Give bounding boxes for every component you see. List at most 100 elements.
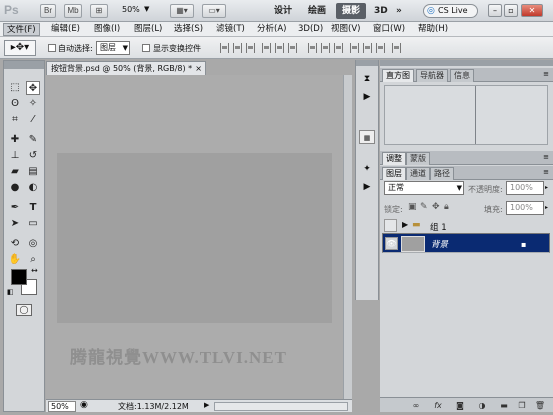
- gradient-tool-icon[interactable]: ▤: [26, 165, 40, 179]
- auto-select-dropdown[interactable]: 图层 ▼: [96, 41, 130, 55]
- brush-tool-icon[interactable]: ✎: [26, 133, 40, 147]
- eyedropper-tool-icon[interactable]: ⁄: [26, 113, 40, 127]
- blur-tool-icon[interactable]: ●: [8, 181, 22, 195]
- hand-tool-icon[interactable]: ✋: [8, 253, 22, 267]
- menu-help[interactable]: 帮助(H): [415, 23, 451, 36]
- hand-view-button[interactable]: ⊞: [90, 4, 108, 18]
- status-menu-arrow-icon[interactable]: ▶: [204, 401, 209, 409]
- more-workspaces-button[interactable]: »: [390, 3, 408, 19]
- align-left-icon[interactable]: [262, 43, 271, 53]
- adjustment-layer-icon[interactable]: ◑: [476, 400, 488, 411]
- tab-channels[interactable]: 通道: [406, 167, 430, 180]
- 3d-rotate-tool-icon[interactable]: ⟲: [8, 237, 22, 251]
- menu-select[interactable]: 选择(S): [171, 23, 206, 36]
- add-mask-icon[interactable]: ◙: [454, 400, 466, 411]
- horizontal-scrollbar[interactable]: [214, 402, 348, 411]
- tools-panel-header[interactable]: [4, 61, 44, 69]
- 3d-orbit-tool-icon[interactable]: ◎: [26, 237, 40, 251]
- tab-masks[interactable]: 蒙版: [406, 152, 430, 165]
- document-close-button[interactable]: ×: [195, 62, 202, 75]
- document-tab[interactable]: 按钮背景.psd @ 50% (背景, RGB/8) * ×: [46, 61, 206, 75]
- distribute-right-icon[interactable]: [376, 43, 385, 53]
- panels-header[interactable]: [380, 60, 553, 66]
- screen-mode-button[interactable]: ▭▾: [202, 4, 226, 18]
- arrange-documents-button[interactable]: ▦▾: [170, 4, 194, 18]
- auto-select-checkbox[interactable]: [48, 44, 56, 52]
- align-top-icon[interactable]: [220, 43, 229, 53]
- move-tool-icon[interactable]: ✥: [26, 81, 40, 95]
- expand-group-icon[interactable]: ▶: [402, 220, 408, 229]
- vertical-scrollbar[interactable]: [343, 75, 352, 399]
- menu-view[interactable]: 视图(V): [328, 23, 363, 36]
- new-group-icon[interactable]: ▬: [498, 400, 510, 411]
- fx-icon[interactable]: fx: [432, 400, 444, 411]
- mini-bridge-button[interactable]: Mb: [64, 4, 82, 18]
- history-panel-icon[interactable]: ⧗: [359, 72, 375, 86]
- clone-stamp-tool-icon[interactable]: ⊥: [8, 149, 22, 163]
- layer-row-background[interactable]: 👁︎ 背景 ▪: [382, 233, 550, 253]
- link-layers-icon[interactable]: ∞: [410, 400, 422, 411]
- quick-select-tool-icon[interactable]: ✧: [26, 97, 40, 111]
- menu-analysis[interactable]: 分析(A): [254, 23, 289, 36]
- crop-tool-icon[interactable]: ⌗: [8, 113, 22, 127]
- opacity-slider-icon[interactable]: ▸: [545, 184, 548, 191]
- zoom-dropdown-icon[interactable]: ▼: [144, 5, 149, 13]
- align-vcenter-icon[interactable]: [233, 43, 242, 53]
- eraser-tool-icon[interactable]: ▰: [8, 165, 22, 179]
- workspace-photography[interactable]: 摄影: [336, 3, 367, 19]
- menu-image[interactable]: 图像(I): [91, 23, 123, 36]
- tab-navigator[interactable]: 导航器: [416, 69, 448, 82]
- document-canvas[interactable]: [57, 153, 332, 323]
- cs-live-button[interactable]: ◎ CS Live: [423, 4, 478, 18]
- dock-header[interactable]: [356, 60, 378, 66]
- align-bottom-icon[interactable]: [246, 43, 255, 53]
- pen-tool-icon[interactable]: ✒: [8, 201, 22, 215]
- quick-mask-icon[interactable]: ◯: [16, 304, 32, 316]
- lock-all-icon[interactable]: 🔒︎: [444, 202, 449, 212]
- maximize-button[interactable]: ▫: [504, 4, 518, 17]
- tab-paths[interactable]: 路径: [430, 167, 454, 180]
- status-info-icon[interactable]: ◉: [80, 400, 88, 410]
- menu-edit[interactable]: 编辑(E): [48, 23, 83, 36]
- actions-panel-icon[interactable]: ▶: [359, 90, 375, 104]
- healing-brush-tool-icon[interactable]: ✚: [8, 133, 22, 147]
- marquee-tool-icon[interactable]: ⬚: [8, 81, 22, 95]
- fill-slider-icon[interactable]: ▸: [545, 204, 548, 211]
- tab-histogram[interactable]: 直方图: [382, 69, 414, 82]
- distribute-vcenter-icon[interactable]: [321, 43, 330, 53]
- distribute-top-icon[interactable]: [308, 43, 317, 53]
- default-colors-icon[interactable]: ◧: [7, 288, 14, 296]
- menu-file[interactable]: 文件(F): [3, 23, 40, 36]
- swap-colors-icon[interactable]: ↔: [31, 266, 38, 275]
- trash-icon[interactable]: 🗑︎: [534, 400, 546, 411]
- tab-layers[interactable]: 图层: [382, 167, 406, 180]
- lock-image-icon[interactable]: ✎: [420, 202, 428, 212]
- new-layer-icon[interactable]: ❐: [516, 400, 528, 411]
- fill-field[interactable]: 100%: [506, 201, 544, 215]
- shape-tool-icon[interactable]: ▭: [26, 217, 40, 231]
- minimize-button[interactable]: –: [488, 4, 502, 17]
- distribute-bottom-icon[interactable]: [334, 43, 343, 53]
- menu-3d[interactable]: 3D(D): [295, 23, 326, 36]
- show-transform-checkbox[interactable]: [142, 44, 150, 52]
- lock-transparent-icon[interactable]: ▣: [408, 202, 417, 212]
- distribute-hcenter-icon[interactable]: [363, 43, 372, 53]
- layer-visibility-toggle[interactable]: [384, 219, 397, 232]
- close-button[interactable]: ✕: [521, 4, 543, 17]
- clone-source-panel-icon[interactable]: ▶: [359, 180, 375, 194]
- align-right-icon[interactable]: [288, 43, 297, 53]
- panel-menu-icon[interactable]: ≡: [543, 153, 549, 161]
- panel-menu-icon[interactable]: ≡: [543, 70, 549, 78]
- status-zoom-field[interactable]: 50%: [48, 401, 76, 412]
- zoom-level[interactable]: 50%: [122, 5, 140, 14]
- opacity-field[interactable]: 100%: [506, 181, 544, 195]
- tool-preset-picker[interactable]: ▸✥▾: [4, 40, 36, 56]
- panel-menu-icon[interactable]: ≡: [543, 168, 549, 176]
- lasso-tool-icon[interactable]: ʘ: [8, 97, 22, 111]
- tab-info[interactable]: 信息: [450, 69, 474, 82]
- bridge-button[interactable]: Br: [40, 4, 56, 18]
- blend-mode-dropdown[interactable]: 正常 ▼: [384, 181, 464, 195]
- path-selection-tool-icon[interactable]: ➤: [8, 217, 22, 231]
- brushes-panel-icon[interactable]: ✦: [359, 162, 375, 176]
- zoom-tool-icon[interactable]: ⌕: [26, 253, 40, 267]
